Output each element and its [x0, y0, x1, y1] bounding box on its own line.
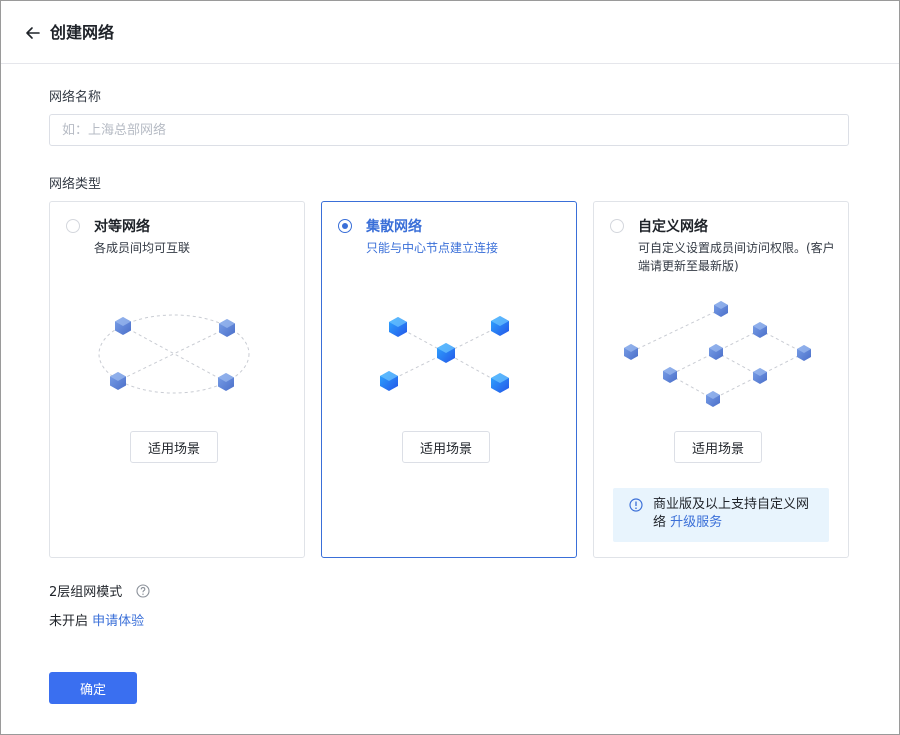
peer-desc: 各成员间均可互联 — [94, 241, 191, 255]
hub-network-illustration — [380, 316, 509, 393]
node-cube-icon — [380, 371, 398, 391]
hub-scenario-button[interactable]: 适用场景 — [402, 431, 490, 463]
node-cube-icon — [115, 317, 131, 335]
node-cube-icon — [110, 372, 126, 390]
peer-title: 对等网络 — [94, 219, 150, 235]
node-cube-icon — [706, 391, 720, 407]
custom-title: 自定义网络 — [638, 219, 708, 235]
node-cube-icon — [753, 322, 767, 338]
peer-radio[interactable] — [66, 219, 80, 233]
network-type-hub-card[interactable]: 集散网络 只能与中心节点建立连接 适用场景 — [321, 201, 577, 558]
mode-status-text: 未开启 — [49, 614, 89, 629]
confirm-button[interactable]: 确定 — [49, 672, 137, 704]
create-network-page: 创建网络 网络名称 网络类型 对等网络 各成员间均可互联 适用场景 集散网络 — [0, 0, 900, 735]
question-circle-icon[interactable] — [136, 584, 150, 598]
page-header: 创建网络 — [1, 1, 899, 64]
network-type-label: 网络类型 — [49, 177, 102, 192]
hub-node-cube-icon — [437, 343, 455, 363]
node-cube-icon — [753, 368, 767, 384]
arrow-left-icon[interactable] — [23, 23, 43, 43]
page-title: 创建网络 — [50, 23, 115, 42]
apply-trial-link[interactable]: 申请体验 — [92, 614, 144, 629]
node-cube-icon — [218, 373, 234, 391]
upgrade-service-link[interactable]: 升级服务 — [670, 515, 722, 530]
layer2-mode-label: 2层组网模式 — [49, 585, 123, 600]
node-cube-icon — [624, 344, 638, 360]
node-cube-icon — [491, 373, 509, 393]
peer-network-illustration — [98, 314, 250, 394]
node-cube-icon — [709, 344, 723, 360]
node-cube-icon — [491, 316, 509, 336]
layer2-mode-status: 未开启 申请体验 — [49, 613, 144, 631]
node-cube-icon — [663, 367, 677, 383]
peer-scenario-button[interactable]: 适用场景 — [130, 431, 218, 463]
hub-radio[interactable] — [338, 219, 352, 233]
network-name-input[interactable] — [49, 114, 849, 146]
network-name-label: 网络名称 — [49, 90, 102, 105]
custom-radio[interactable] — [610, 219, 624, 233]
custom-scenario-button[interactable]: 适用场景 — [674, 431, 762, 463]
custom-network-notice: 商业版及以上支持自定义网络 升级服务 — [613, 488, 829, 542]
node-cube-icon — [219, 319, 235, 337]
node-cube-icon — [797, 345, 811, 361]
node-cube-icon — [389, 317, 407, 337]
hub-desc: 只能与中心节点建立连接 — [366, 241, 499, 255]
custom-network-illustration — [624, 301, 811, 407]
info-icon — [629, 498, 643, 512]
network-type-custom-card[interactable]: 自定义网络 可自定义设置成员间访问权限。(客户端请更新至最新版) 适用场景 商业… — [593, 201, 849, 558]
network-type-peer-card[interactable]: 对等网络 各成员间均可互联 适用场景 — [49, 201, 305, 558]
custom-desc: 可自定义设置成员间访问权限。(客户端请更新至最新版) — [638, 241, 835, 273]
hub-title: 集散网络 — [366, 219, 422, 235]
node-cube-icon — [714, 301, 728, 317]
